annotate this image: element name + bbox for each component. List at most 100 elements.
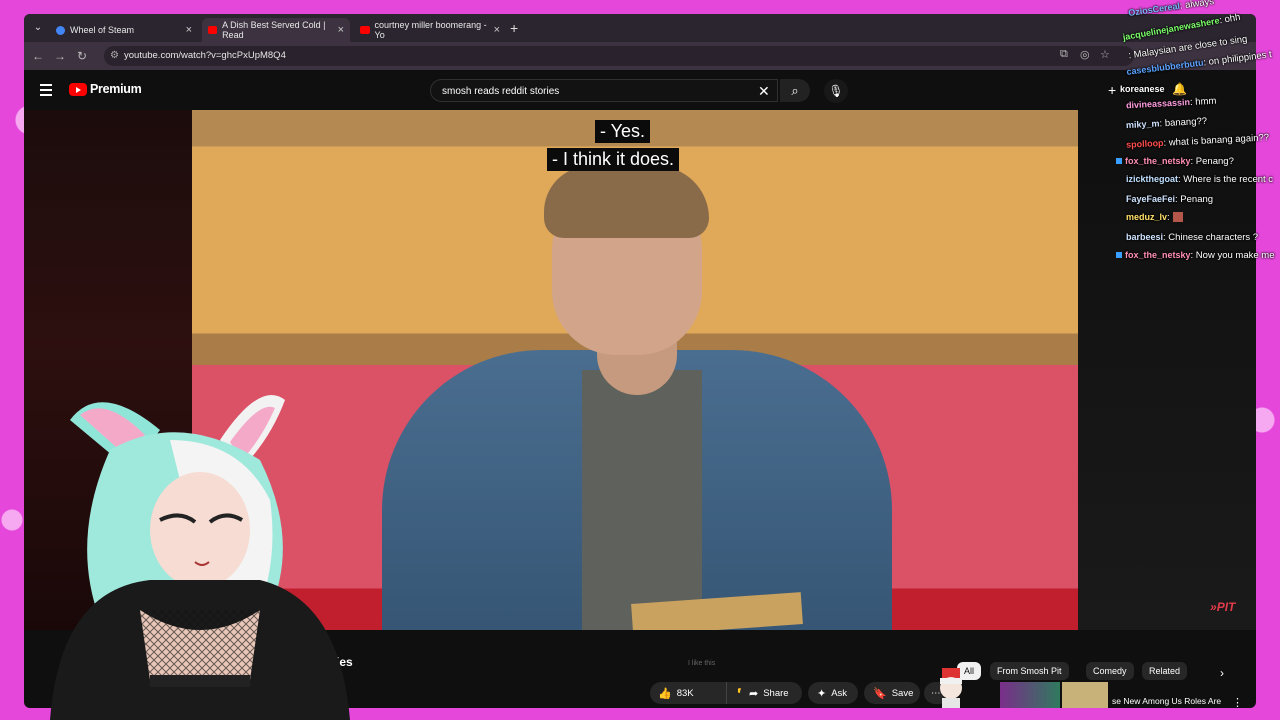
save-button[interactable]: 🔖 Save	[864, 682, 920, 704]
chat-user: barbeesi	[1126, 232, 1164, 242]
chat-user: divineassassin	[1125, 97, 1191, 111]
tab-strip: ⌄ Wheel of Steam × A Dish Best Served Co…	[24, 14, 1256, 42]
youtube-header: Premium smosh reads reddit stories ✕ ⌕ 🎙…	[24, 70, 1256, 110]
chat-message: fox_the_netsky: Now you make me	[1116, 250, 1274, 261]
tab-dish-best-served-cold[interactable]: A Dish Best Served Cold | Read ×	[202, 18, 350, 42]
tab-search-icon[interactable]: ⌄	[30, 20, 46, 36]
person-shirt	[582, 370, 702, 630]
navigation-bar: ← → ↻ ⚙ youtube.com/watch?v=ghcPxUpM8Q4 …	[24, 42, 1256, 70]
chat-user: FayeFaeFei	[1126, 194, 1176, 204]
chat-text: : hmm	[1189, 95, 1217, 109]
chat-user: fox_the_netsky	[1125, 250, 1191, 260]
chat-message: izickthegoat: Where is the recent c	[1126, 174, 1273, 185]
share-arrow-icon: ➦	[749, 687, 759, 700]
close-icon[interactable]: ×	[186, 24, 192, 36]
chat-message: FayeFaeFei: Penang	[1126, 194, 1213, 205]
sparkle-icon: ✦	[817, 687, 827, 700]
back-arrow-icon[interactable]: ←	[30, 48, 46, 64]
chip-comedy[interactable]: Comedy	[1086, 662, 1134, 680]
site-info-icon[interactable]: ⚙	[110, 46, 119, 66]
chat-message: divineassassin: hmm	[1126, 96, 1217, 112]
search-input[interactable]: smosh reads reddit stories	[430, 79, 778, 102]
youtube-premium-logo[interactable]: Premium	[90, 82, 142, 96]
chat-user: izickthegoat	[1126, 174, 1179, 184]
like-count: 83K	[676, 687, 694, 699]
address-bar[interactable]: ⚙ youtube.com/watch?v=ghcPxUpM8Q4	[104, 46, 1134, 66]
chat-user: spolloop	[1125, 137, 1164, 150]
search-button[interactable]: ⌕	[780, 79, 810, 102]
chrome-favicon-icon	[56, 25, 65, 35]
tab-label: Wheel of Steam	[70, 25, 135, 35]
mini-avatar-sticker	[940, 668, 962, 708]
forward-arrow-icon[interactable]: →	[52, 48, 68, 64]
chat-message: meduz_lv:	[1126, 212, 1183, 223]
clear-search-icon[interactable]: ✕	[758, 83, 770, 100]
install-icon[interactable]: ⧉	[1060, 48, 1068, 61]
more-vert-icon[interactable]: ⋮	[1232, 696, 1243, 708]
emote-icon	[1172, 212, 1183, 223]
url-text: youtube.com/watch?v=ghcPxUpM8Q4	[124, 50, 286, 61]
chat-badge-icon	[1116, 158, 1122, 165]
youtube-favicon-icon	[208, 26, 218, 34]
new-tab-icon[interactable]: +	[510, 20, 518, 36]
chat-text: : what is banang again??	[1163, 132, 1270, 149]
save-label: Save	[891, 687, 914, 699]
chat-message: koreanese	[1120, 84, 1165, 95]
ask-button[interactable]: ✦ Ask	[808, 682, 858, 704]
close-icon[interactable]: ×	[338, 24, 344, 36]
bookmark-icon: 🔖	[873, 687, 887, 700]
share-label: Share	[763, 687, 789, 699]
chat-message: barbeesi: Chinese characters ?	[1126, 232, 1258, 243]
recommendation-thumbnail[interactable]	[1000, 682, 1060, 708]
chip-related[interactable]: Related	[1142, 662, 1188, 680]
chat-user: jacquelinejanewashere	[1121, 15, 1221, 43]
chat-user: koreanese	[1120, 84, 1165, 94]
bookmark-star-icon[interactable]: ☆	[1100, 48, 1110, 61]
voice-search-icon[interactable]: 🎙	[824, 79, 848, 103]
chat-user: OziosCereal	[1127, 0, 1181, 18]
tab-wheel-of-steam[interactable]: Wheel of Steam ×	[50, 18, 198, 42]
recommendation-thumbnail[interactable]	[1062, 682, 1108, 708]
chat-badge-icon	[1116, 252, 1122, 259]
watermark-text: PIT	[1216, 600, 1236, 614]
chat-message: miky_m: banang??	[1126, 116, 1208, 131]
chat-user: casesblubberbutu	[1125, 57, 1205, 77]
caption-line-2: - I think it does.	[547, 148, 680, 171]
chat-text: : Chinese characters ?	[1163, 232, 1259, 243]
chat-text: :	[1167, 212, 1170, 223]
caption-line-1: - Yes.	[595, 120, 651, 143]
youtube-logo-icon[interactable]	[69, 83, 87, 96]
person-hair	[544, 166, 709, 238]
chat-text: : Penang?	[1190, 156, 1234, 167]
channel-watermark[interactable]: »PIT	[1210, 600, 1235, 614]
chip-from-smosh-pit[interactable]: From Smosh Pit	[990, 662, 1069, 680]
chat-user: fox_the_netsky	[1125, 156, 1191, 166]
chat-text: : ohh	[1218, 11, 1242, 27]
chat-text: : Where is the recent c	[1178, 174, 1274, 185]
chat-message: spolloop: what is banang again??	[1126, 132, 1270, 150]
chat-text: : Now you make me	[1190, 250, 1275, 261]
share-button[interactable]: ➦ Share	[740, 682, 802, 704]
chat-message: OziosCereal: always	[1128, 0, 1215, 19]
chat-user: meduz_lv	[1126, 212, 1168, 222]
thumbs-up-icon: 👍	[658, 687, 672, 700]
tab-label: courtney miller boomerang - Yo	[374, 20, 487, 40]
chevron-right-icon[interactable]: ›	[1220, 666, 1224, 680]
ask-label: Ask	[831, 687, 848, 699]
tab-label: A Dish Best Served Cold | Read	[222, 20, 326, 40]
reload-icon[interactable]: ↻	[74, 48, 90, 64]
like-button[interactable]: 👍 83K	[650, 682, 726, 704]
recommendation-title[interactable]: se New Among Us Roles Are ZY	[1112, 695, 1232, 708]
stream-chat-overlay: OziosCereal: always jacquelinejanewasher…	[1116, 0, 1280, 270]
chat-text: : Penang	[1175, 194, 1214, 205]
eye-off-icon[interactable]: ◎	[1080, 48, 1090, 61]
tab-courtney-miller[interactable]: courtney miller boomerang - Yo ×	[354, 18, 506, 42]
chat-text: : always	[1179, 0, 1215, 12]
create-icon[interactable]: +	[1108, 82, 1116, 98]
chat-text: : on philippines t	[1202, 49, 1273, 69]
menu-icon[interactable]	[40, 84, 52, 99]
close-icon[interactable]: ×	[494, 24, 500, 36]
vtuber-avatar	[50, 395, 350, 720]
chat-text: : banang??	[1159, 115, 1208, 130]
chat-message: fox_the_netsky: Penang?	[1116, 156, 1234, 167]
